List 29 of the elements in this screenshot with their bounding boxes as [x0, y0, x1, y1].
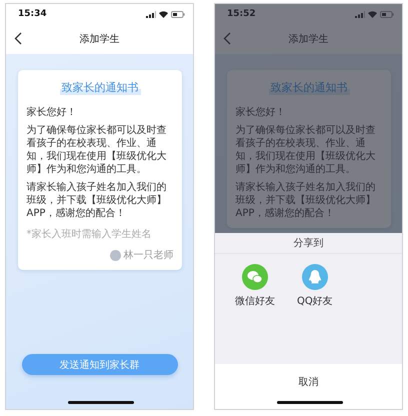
wifi-icon — [159, 10, 168, 18]
letter-paragraph: 请家长输入孩子姓名加入我们的班级，并下载【班级优化大师】APP，感谢您的配合！ — [236, 181, 376, 220]
avatar-icon — [110, 250, 120, 260]
signal-icon — [355, 10, 365, 18]
letter-paragraph: 请家长输入孩子姓名加入我们的班级，并下载【班级优化大师】APP，感谢您的配合！ — [26, 181, 168, 220]
hint-text: *家长入班时需输入学生姓名 — [26, 228, 152, 241]
status-time: 15:34 — [18, 9, 47, 19]
penguin-icon — [302, 264, 328, 290]
teacher-name: 林一只老师 — [124, 248, 174, 262]
chat-bubbles-icon — [242, 264, 268, 290]
battery-icon — [380, 10, 394, 18]
wifi-icon — [368, 10, 377, 18]
status-time: 15:52 — [227, 9, 256, 19]
home-indicator — [277, 401, 343, 404]
cancel-button[interactable]: 取消 — [215, 364, 402, 409]
home-indicator — [68, 401, 134, 404]
share-target[interactable]: QQ好友 — [297, 264, 333, 364]
share-target[interactable]: 微信好友 — [235, 264, 275, 364]
share-title: 分享到 — [294, 236, 324, 250]
back-icon[interactable] — [14, 32, 22, 45]
greeting-text: 家长您好！ — [236, 106, 286, 119]
nav-title: 添加学生 — [80, 32, 120, 46]
letter-title: 致家长的通知书 — [60, 80, 140, 95]
greeting-text: 家长您好！ — [26, 106, 78, 119]
nav-title: 添加学生 — [288, 32, 328, 46]
battery-icon — [171, 10, 185, 18]
letter-paragraph: 为了确保每位家长都可以及时查看孩子的在校表现、作业、通知，我们现在使用【班级优化大师】作为和您沟通的工具。 — [236, 124, 376, 176]
signal-icon — [146, 10, 156, 18]
letter-paragraph: 为了确保每位家长都可以及时查看孩子的在校表现、作业、通知，我们现在使用【班级优化大师】作为和您沟通的工具。 — [26, 124, 168, 176]
